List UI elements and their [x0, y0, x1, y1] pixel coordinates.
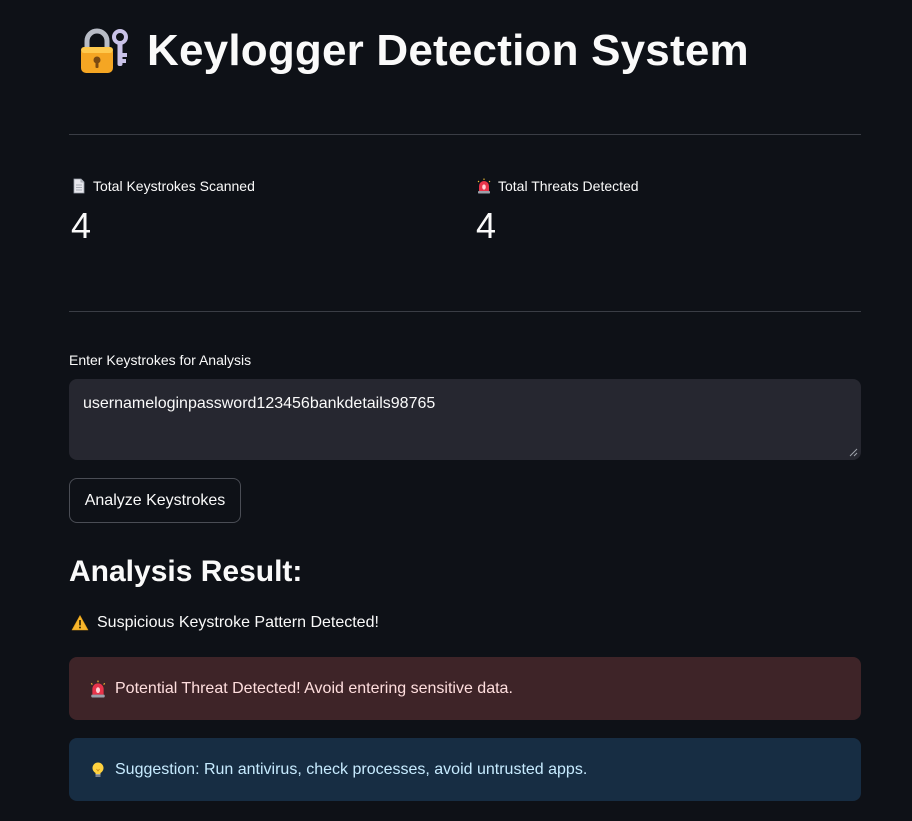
suspicious-pattern-message: Suspicious Keystroke Pattern Detected!: [71, 614, 379, 632]
keystrokes-textarea-value: usernameloginpassword123456bankdetails98…: [83, 395, 436, 412]
metric-label-keystrokes: Total Keystrokes Scanned: [93, 178, 255, 194]
analyze-keystrokes-button[interactable]: Analyze Keystrokes: [69, 478, 241, 523]
metric-value-threats: 4: [476, 205, 497, 246]
warning-icon: [71, 615, 89, 631]
metric-value-keystrokes: 4: [71, 205, 92, 246]
metric-label-threats: Total Threats Detected: [498, 178, 639, 194]
analysis-result-heading: Analysis Result:: [69, 555, 303, 588]
lock-with-key-icon: [81, 28, 128, 73]
page-header: Keylogger Detection System: [77, 22, 749, 80]
threat-error-text: Potential Threat Detected! Avoid enterin…: [115, 679, 513, 697]
metric-keystrokes: Total Keystrokes Scanned 4: [71, 176, 255, 246]
resize-handle-icon[interactable]: [848, 447, 858, 457]
suggestion-info-alert: Suggestion: Run antivirus, check process…: [69, 738, 861, 801]
keystrokes-textarea[interactable]: usernameloginpassword123456bankdetails98…: [69, 379, 861, 460]
siren-icon: [90, 680, 106, 697]
metric-threats: Total Threats Detected 4: [476, 176, 639, 246]
siren-icon: [477, 178, 491, 194]
divider-top: [69, 134, 861, 135]
lightbulb-icon: [92, 762, 104, 777]
page-title: Keylogger Detection System: [147, 26, 749, 75]
threat-error-alert: Potential Threat Detected! Avoid enterin…: [69, 657, 861, 720]
suggestion-text: Suggestion: Run antivirus, check process…: [115, 760, 588, 778]
page-icon: [73, 178, 85, 194]
suspicious-pattern-text: Suspicious Keystroke Pattern Detected!: [97, 614, 379, 631]
keystrokes-input-label: Enter Keystrokes for Analysis: [69, 352, 252, 368]
divider-middle: [69, 311, 861, 312]
app-page: Keylogger Detection System Total Keystro…: [0, 0, 912, 821]
